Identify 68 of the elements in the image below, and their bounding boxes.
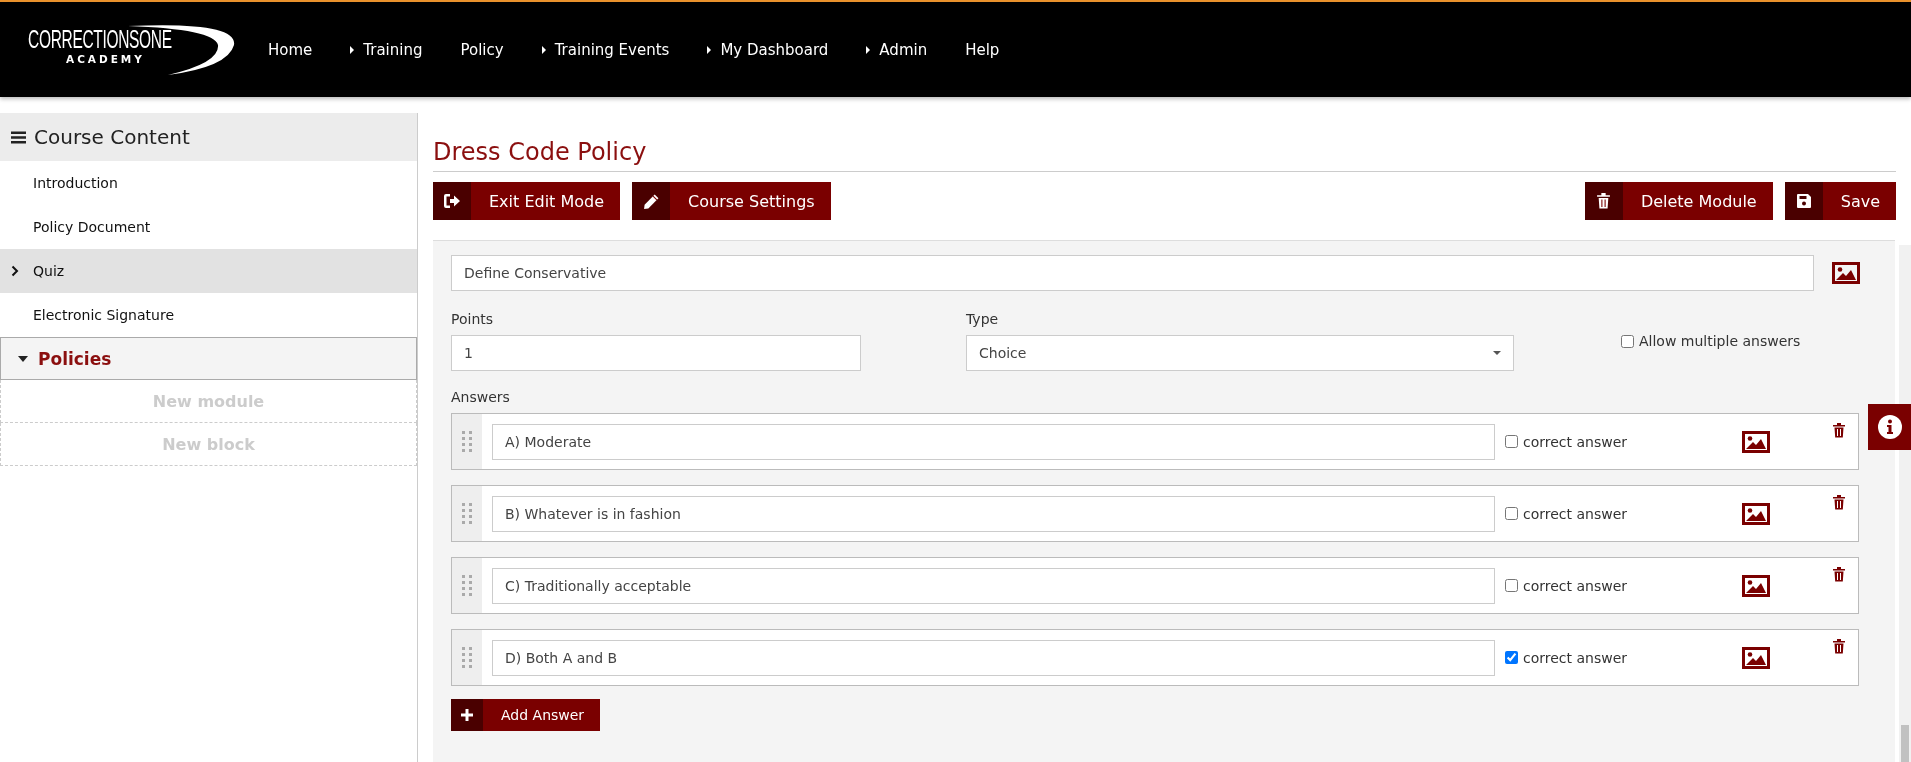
chevron-icon: [11, 265, 19, 277]
toolbar-button[interactable]: Course Settings: [632, 182, 831, 220]
logo-text: CORRECTIONSONE: [28, 24, 172, 53]
drag-handle-icon[interactable]: [462, 502, 472, 525]
delete-icon[interactable]: [1832, 422, 1846, 438]
add-answer-button[interactable]: Add Answer: [451, 699, 601, 731]
answer-field[interactable]: C) Traditionally acceptable: [492, 567, 1495, 604]
plus-icon: [461, 709, 473, 721]
sidebar-title: Course Content: [34, 125, 190, 149]
image-icon[interactable]: [1742, 502, 1770, 525]
nav-link[interactable]: Training: [331, 40, 442, 59]
menu-icon[interactable]: [11, 130, 26, 144]
nav-link[interactable]: Help: [946, 40, 1019, 59]
sidebar-item[interactable]: Quiz: [0, 249, 417, 293]
sidebar-item[interactable]: Introduction: [0, 161, 417, 205]
image-icon[interactable]: [1742, 574, 1770, 597]
type-dropdown[interactable]: Choice: [966, 335, 1514, 371]
pencil-icon: [642, 192, 660, 210]
trash-icon[interactable]: [1596, 192, 1612, 210]
checkbox-label: Allow multiple answers: [1639, 333, 1801, 349]
nav-link[interactable]: Home: [249, 40, 332, 59]
caret-icon: [866, 45, 871, 54]
image-icon[interactable]: [1742, 430, 1770, 453]
toolbar-button[interactable]: Delete Module: [1584, 182, 1773, 220]
checkbox[interactable]: [1505, 651, 1518, 664]
checkbox-label: correct answer: [1523, 577, 1628, 594]
sidebar-item[interactable]: Policy Document: [0, 205, 417, 249]
checkbox[interactable]: [1505, 507, 1518, 520]
delete-icon[interactable]: [1832, 494, 1846, 510]
image-icon[interactable]: [1742, 646, 1770, 669]
question-field[interactable]: Define Conservative: [451, 255, 1814, 291]
info-icon: [1877, 415, 1902, 439]
checkbox[interactable]: [1621, 334, 1634, 348]
sidebar-item[interactable]: Electronic Signature: [0, 293, 417, 337]
toolbar-button[interactable]: Exit Edit Mode: [433, 182, 621, 220]
checkbox[interactable]: [1505, 435, 1518, 448]
checkbox-label: correct answer: [1523, 433, 1628, 450]
points-field[interactable]: 1: [451, 335, 861, 371]
field-label: Type: [966, 311, 1000, 327]
scrollbar[interactable]: [1899, 245, 1911, 762]
logo-subtitle: ACADEMY: [66, 52, 145, 65]
sign-out-icon: [443, 193, 461, 209]
info-button[interactable]: [1868, 404, 1911, 450]
nav-link[interactable]: Training Events: [522, 40, 689, 59]
caret-icon: [707, 45, 712, 54]
checkbox[interactable]: [1505, 579, 1518, 592]
drag-handle-icon[interactable]: [462, 646, 472, 669]
nav-link[interactable]: My Dashboard: [688, 40, 848, 59]
checkbox-label: correct answer: [1523, 505, 1628, 522]
caret-icon: [541, 45, 546, 54]
nav-link[interactable]: Admin: [847, 40, 947, 59]
drag-handle-icon[interactable]: [462, 430, 472, 453]
delete-icon[interactable]: [1832, 638, 1846, 654]
field-label: Points: [451, 311, 495, 327]
image-icon[interactable]: [1832, 262, 1860, 284]
answer-field[interactable]: A) Moderate: [492, 423, 1495, 460]
caret-icon: [18, 355, 28, 362]
caret-icon: [350, 45, 355, 54]
drag-handle-icon[interactable]: [462, 574, 472, 597]
answer-field[interactable]: D) Both A and B: [492, 639, 1495, 676]
sidebar-section[interactable]: Policies: [0, 337, 417, 380]
page-title: Dress Code Policy: [433, 138, 1896, 172]
answers-label: Answers: [451, 389, 511, 405]
toolbar-button[interactable]: Save: [1784, 182, 1896, 220]
checkbox-label: correct answer: [1523, 649, 1628, 666]
answer-field[interactable]: B) Whatever is in fashion: [492, 495, 1495, 532]
delete-icon[interactable]: [1832, 566, 1846, 582]
nav-link[interactable]: Policy: [441, 40, 523, 59]
